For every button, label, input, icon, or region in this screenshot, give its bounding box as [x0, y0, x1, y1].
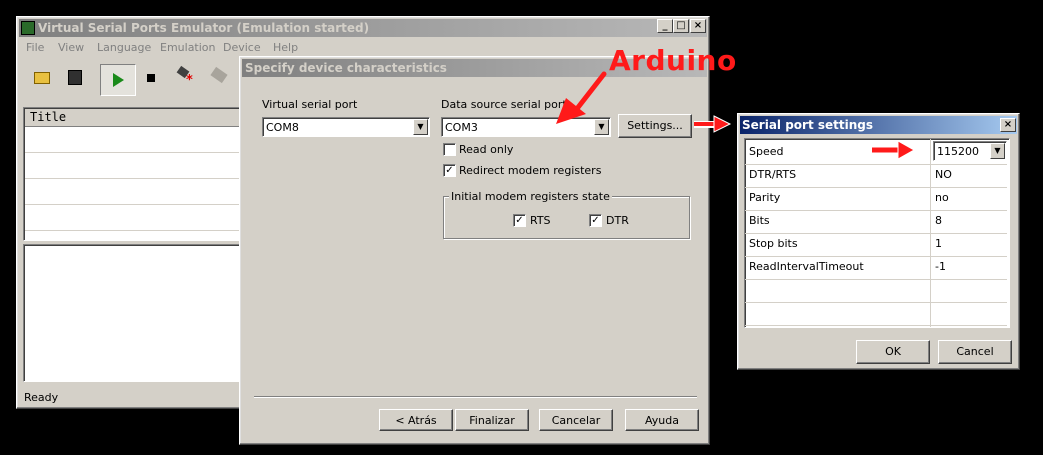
list-row[interactable] [25, 178, 240, 179]
dialog-divider [254, 396, 697, 398]
settings-row-dtr-rts[interactable]: DTR/RTS NO [745, 164, 1007, 188]
ok-button[interactable]: OK [856, 340, 930, 364]
redirect-checkbox[interactable]: ✓ [443, 164, 456, 177]
rts-checkbox[interactable]: ✓ [513, 214, 526, 227]
speed-value: 115200 [937, 145, 979, 158]
toolbar: * [20, 60, 240, 98]
start-emulation-button[interactable] [100, 64, 136, 96]
settings-dialog-titlebar[interactable]: Serial port settings [740, 116, 1017, 134]
device-list[interactable]: Title [23, 107, 241, 241]
device-dialog-title: Specify device characteristics [245, 61, 447, 75]
chevron-down-icon[interactable]: ▼ [990, 143, 1005, 159]
minimize-button[interactable]: _ [657, 19, 673, 33]
data-source-select[interactable]: COM3 ▼ [441, 117, 611, 137]
settings-row-value: no [935, 191, 949, 204]
arduino-callout: Arduino [609, 44, 737, 77]
settings-row-key: Bits [749, 214, 770, 227]
settings-cancel-button[interactable]: Cancel [938, 340, 1012, 364]
settings-row-key: ReadIntervalTimeout [749, 260, 864, 273]
menu-emulation[interactable]: Emulation [160, 41, 216, 54]
menu-device[interactable]: Device [223, 41, 261, 54]
device-disabled-icon [210, 66, 228, 84]
log-panel[interactable] [23, 244, 241, 382]
read-only-label: Read only [459, 143, 514, 156]
list-header-title: Title [30, 110, 67, 124]
save-disk-icon[interactable] [68, 70, 82, 85]
chevron-down-icon[interactable]: ▼ [594, 119, 609, 135]
play-icon [113, 73, 124, 87]
settings-row-empty[interactable] [745, 302, 1007, 326]
settings-row-key: DTR/RTS [749, 168, 797, 181]
settings-row-key: Speed [749, 145, 784, 158]
virtual-port-value: COM8 [266, 121, 299, 134]
help-button[interactable]: Ayuda [625, 409, 699, 431]
menu-view[interactable]: View [58, 41, 84, 54]
close-icon[interactable]: × [1000, 118, 1016, 132]
list-header[interactable]: Title [25, 109, 240, 127]
stop-icon[interactable] [147, 74, 155, 82]
dtr-checkbox[interactable]: ✓ [589, 214, 602, 227]
virtual-port-label: Virtual serial port [262, 98, 358, 111]
settings-row-value: 1 [935, 237, 942, 250]
list-row[interactable] [25, 204, 240, 205]
finish-button[interactable]: Finalizar [455, 409, 529, 431]
maximize-button[interactable]: □ [673, 19, 689, 33]
settings-row-key: Stop bits [749, 237, 798, 250]
rts-label: RTS [530, 214, 551, 227]
new-device-icon[interactable]: * [176, 65, 194, 87]
settings-grid[interactable]: Speed DTR/RTS NO Parity no Bits 8 Stop b… [744, 138, 1010, 328]
settings-row-parity[interactable]: Parity no [745, 187, 1007, 211]
open-folder-icon[interactable] [34, 72, 50, 84]
menu-language[interactable]: Language [97, 41, 151, 54]
data-source-label: Data source serial port [441, 98, 567, 111]
settings-row-value: -1 [935, 260, 946, 273]
list-row[interactable] [25, 152, 240, 153]
list-row[interactable] [25, 230, 240, 231]
menu-help[interactable]: Help [273, 41, 298, 54]
main-window-titlebar[interactable]: Virtual Serial Ports Emulator (Emulation… [19, 19, 707, 37]
settings-row-empty[interactable] [745, 279, 1007, 303]
settings-row-read-interval[interactable]: ReadIntervalTimeout -1 [745, 256, 1007, 280]
menu-file[interactable]: File [26, 41, 44, 54]
app-icon [21, 21, 35, 35]
close-button[interactable]: × [690, 19, 706, 33]
status-text: Ready [24, 391, 59, 404]
data-source-value: COM3 [445, 121, 478, 134]
settings-dialog-title: Serial port settings [742, 118, 874, 132]
chevron-down-icon[interactable]: ▼ [413, 119, 428, 135]
dtr-label: DTR [606, 214, 629, 227]
settings-row-bits[interactable]: Bits 8 [745, 210, 1007, 234]
redirect-label: Redirect modem registers [459, 164, 602, 177]
speed-select[interactable]: 115200 ▼ [933, 141, 1007, 161]
settings-row-stop-bits[interactable]: Stop bits 1 [745, 233, 1007, 257]
back-button[interactable]: < Atrás [379, 409, 453, 431]
settings-button[interactable]: Settings... [618, 114, 692, 138]
settings-row-key: Parity [749, 191, 781, 204]
cancel-button[interactable]: Cancelar [539, 409, 613, 431]
main-window-title: Virtual Serial Ports Emulator (Emulation… [38, 21, 370, 35]
modem-registers-group-label: Initial modem registers state [449, 190, 612, 203]
settings-row-value: NO [935, 168, 952, 181]
virtual-port-select[interactable]: COM8 ▼ [262, 117, 430, 137]
read-only-checkbox[interactable] [443, 143, 456, 156]
settings-row-value: 8 [935, 214, 942, 227]
